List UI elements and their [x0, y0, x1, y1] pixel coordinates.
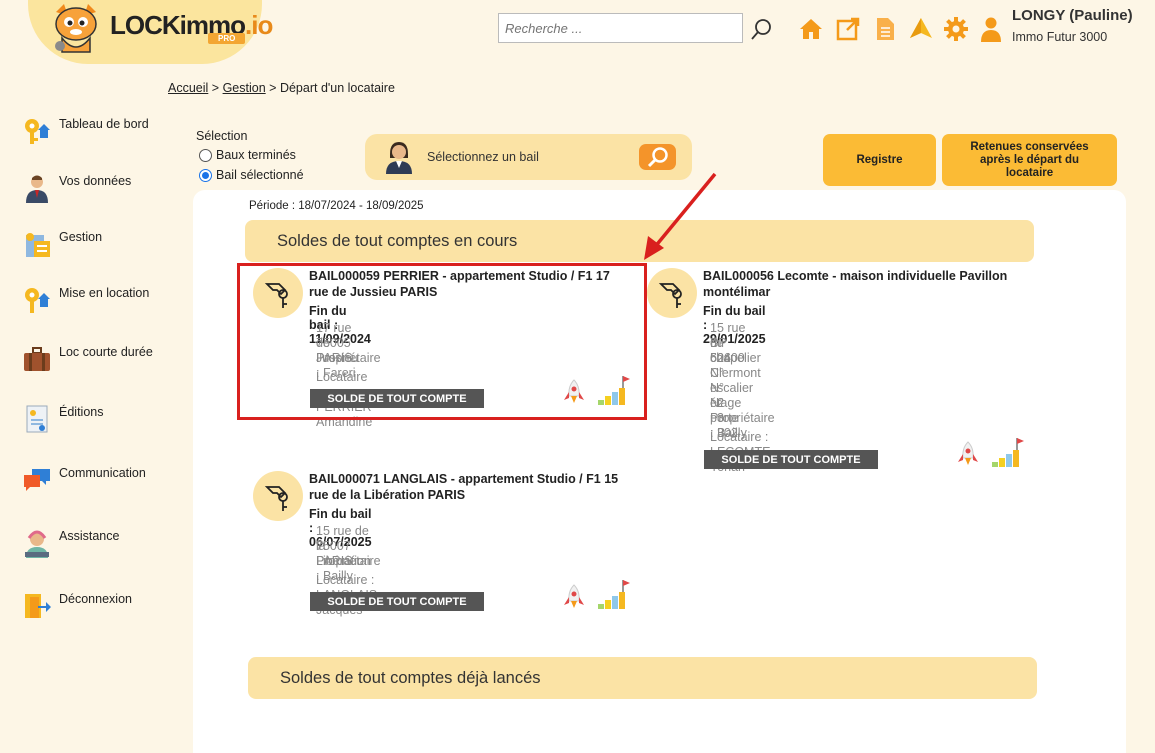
sidebar-item-label: Gestion: [59, 230, 103, 244]
chat-icon: [24, 469, 50, 491]
key-hand-icon: [253, 471, 303, 521]
paper-plane-icon[interactable]: [908, 16, 934, 42]
rocket-icon[interactable]: [561, 583, 587, 611]
retenues-button[interactable]: Retenues conservées après le départ du l…: [942, 134, 1117, 186]
document-icon[interactable]: [872, 16, 898, 42]
logout-icon: [25, 594, 51, 618]
bail-title: BAIL000056 Lecomte - maison individuelle…: [703, 269, 1008, 299]
period-label: Période : 18/07/2024 - 18/09/2025: [249, 200, 424, 212]
progress-stairs-icon[interactable]: [597, 578, 631, 610]
sidebar-item-deconnexion[interactable]: Déconnexion: [22, 591, 132, 621]
sidebar-item-label: Vos données: [59, 174, 132, 188]
selection-title: Sélection: [196, 129, 248, 143]
search-icon: [647, 147, 668, 168]
user-icon[interactable]: [978, 16, 1004, 42]
annotation-arrow: [644, 172, 717, 260]
breadcrumb-current: Départ d'un locataire: [279, 81, 395, 95]
radio-label: Baux terminés: [216, 148, 296, 162]
breadcrumb-home-link[interactable]: Accueil: [168, 81, 208, 95]
sidebar-item-label: Communication: [59, 466, 146, 480]
rental-keys-icon: [25, 288, 50, 313]
section-soldes-lances: Soldes de tout comptes déjà lancés: [248, 657, 1037, 699]
radio-button-checked[interactable]: [199, 168, 212, 182]
radio-baux-termines[interactable]: Baux terminés: [199, 148, 296, 162]
progress-stairs-icon[interactable]: [991, 436, 1025, 468]
breadcrumb-separator: >: [269, 81, 277, 95]
brand-logo[interactable]: LOCKimmo.io: [110, 10, 273, 41]
sidebar-item-loc-courte-duree[interactable]: Loc courte durée: [22, 344, 153, 374]
sidebar-item-label: Mise en location: [59, 286, 150, 300]
breadcrumb-section-link[interactable]: Gestion: [223, 81, 266, 95]
home-icon[interactable]: [798, 16, 824, 42]
radio-bail-selectionne[interactable]: Bail sélectionné: [199, 168, 304, 182]
pro-badge: PRO: [208, 33, 246, 44]
sidebar-item-label: Déconnexion: [59, 592, 132, 606]
solde-button[interactable]: SOLDE DE TOUT COMPTE: [310, 592, 484, 611]
key-hand-icon: [647, 268, 697, 318]
bail-selector-label: Sélectionnez un bail: [427, 150, 539, 164]
external-link-icon[interactable]: [835, 16, 861, 42]
sidebar-item-communication[interactable]: Communication: [22, 465, 146, 495]
sidebar-item-dashboard[interactable]: Tableau de bord: [22, 116, 149, 146]
rocket-icon[interactable]: [955, 440, 981, 468]
sidebar-item-assistance[interactable]: Assistance: [22, 528, 119, 558]
support-agent-icon: [25, 530, 49, 558]
sidebar-item-vos-donnees[interactable]: Vos données: [22, 173, 131, 203]
woman-avatar-icon: [386, 142, 412, 174]
gear-icon[interactable]: [943, 16, 969, 42]
highlight-box: [237, 263, 647, 420]
management-icon: [26, 233, 50, 257]
breadcrumb-separator: >: [211, 81, 220, 95]
registre-button[interactable]: Registre: [823, 134, 936, 186]
user-company: Immo Futur 3000: [1012, 30, 1108, 44]
search-icon[interactable]: [750, 17, 774, 41]
solde-button[interactable]: SOLDE DE TOUT COMPTE: [704, 450, 878, 469]
sidebar-item-gestion[interactable]: Gestion: [22, 229, 102, 259]
radio-button[interactable]: [199, 148, 212, 162]
document-icon: [26, 405, 48, 433]
cat-mascot-icon: [55, 4, 97, 53]
dashboard-keys-icon: [25, 119, 50, 144]
breadcrumb: Accueil > Gestion > Départ d'un locatair…: [168, 81, 395, 95]
suitcase-icon: [24, 347, 50, 371]
search-input[interactable]: [498, 13, 743, 43]
sidebar-item-label: Tableau de bord: [59, 117, 149, 131]
sidebar-item-mise-en-location[interactable]: Mise en location: [22, 285, 149, 315]
user-name[interactable]: LONGY (Pauline): [1012, 7, 1133, 24]
radio-label: Bail sélectionné: [216, 168, 304, 182]
sidebar-item-editions[interactable]: Éditions: [22, 404, 103, 434]
sidebar-item-label: Assistance: [59, 529, 120, 543]
person-icon: [26, 175, 48, 203]
bail-search-button[interactable]: [639, 144, 676, 170]
sidebar-item-label: Éditions: [59, 405, 104, 419]
sidebar-item-label: Loc courte durée: [59, 345, 153, 359]
bail-title: BAIL000071 LANGLAIS - appartement Studio…: [309, 472, 619, 502]
